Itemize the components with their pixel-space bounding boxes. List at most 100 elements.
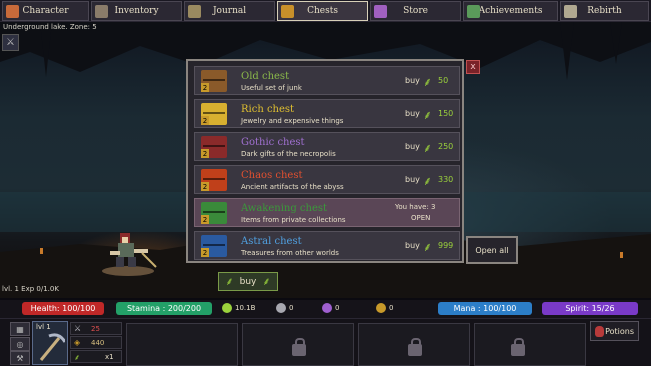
crystal-counter: 0 [322, 303, 339, 313]
chest-price: 330 [438, 175, 454, 184]
hero-character [102, 233, 157, 276]
leaf-icon: ⸙ [423, 141, 433, 155]
tab-rebirth[interactable]: Rebirth [560, 1, 650, 21]
open-chest-button[interactable]: OPEN [411, 214, 430, 222]
leaves-counter: 10.1B [222, 303, 255, 313]
tab-label: Rebirth [587, 6, 622, 16]
leaf-icon: ⸙ [423, 75, 433, 89]
buy-button[interactable]: buy [405, 241, 420, 250]
crystal [40, 248, 43, 254]
chest-row[interactable]: 2 Chaos chest Ancient artifacts of the aby… [194, 165, 460, 194]
pouch-counter: 0 [376, 303, 393, 313]
chests-panel: 2 Old chest Useful set of junk buy ⸙ 50 2 Rich … [186, 59, 464, 263]
potions-button[interactable]: Potions [590, 321, 639, 341]
stamina-bar: Stamina : 200/200 [116, 302, 212, 315]
chest-price: 999 [438, 241, 454, 250]
attack-stat: ⚔ 25 [70, 322, 122, 335]
tab-inventory[interactable]: Inventory [91, 1, 183, 21]
buy-button[interactable]: buy [405, 142, 420, 151]
zone-label: Underground lake. Zone: 5 [3, 23, 97, 31]
leaves-value: 10.1B [235, 304, 256, 312]
chest-row[interactable]: 2 Old chest Useful set of junk buy ⸙ 50 [194, 66, 460, 95]
buy-button[interactable]: buy [405, 76, 420, 85]
chest-count: 2 [201, 149, 209, 158]
multiplier-stat: ⸙ x1 [70, 350, 122, 363]
chest-count: 2 [201, 83, 209, 92]
close-button[interactable]: x [466, 60, 480, 74]
tab-achievements[interactable]: Achievements [463, 1, 558, 21]
potions-label: Potions [605, 326, 634, 336]
chest-description: Jewelry and expensive things [241, 117, 344, 125]
level-exp-label: lvl. 1 Exp 0/1.0K [2, 285, 59, 293]
sword-icon: ⚔ [74, 324, 82, 333]
leaf-icon: ⸙ [74, 353, 80, 362]
chest-icon: 2 [201, 169, 227, 191]
chest-icon: 2 [201, 103, 227, 125]
leaf-icon: ⸙ [423, 108, 433, 122]
ring-icon: ◎ [16, 339, 24, 349]
armor-icon: ▦ [16, 324, 24, 334]
spirit-bar: Spirit: 15/26 [542, 302, 638, 315]
quick-buy-button[interactable]: ⸙ buy ⸙ [218, 272, 278, 291]
stat-bar: Health: 100/100 Stamina : 200/200 10.1B … [0, 300, 651, 318]
chest-name: Rich chest [241, 104, 295, 115]
quill-icon [188, 5, 202, 18]
lock-icon [511, 338, 525, 356]
chest-row[interactable]: 2 Awakening chest Items from private colle… [194, 198, 460, 227]
auto-attack-button[interactable]: ⚔ [2, 34, 19, 51]
orb-value: 0 [289, 304, 294, 312]
skull-swirl-icon [564, 5, 577, 18]
inventory-slot-locked[interactable] [242, 323, 354, 366]
chest-row[interactable]: 2 Rich chest Jewelry and expensive things b… [194, 99, 460, 128]
inventory-slot-locked[interactable] [358, 323, 470, 366]
open-all-button[interactable]: Open all [466, 236, 518, 264]
chest-icon: 2 [201, 70, 227, 92]
ring-slot[interactable]: ◎ [10, 337, 30, 351]
health-bar: Health: 100/100 [22, 302, 104, 315]
leaf-icon: ⸙ [423, 174, 433, 188]
buy-button[interactable]: buy [405, 109, 420, 118]
medal-icon [467, 5, 481, 18]
tab-chests[interactable]: Chests [277, 1, 369, 21]
lock-icon [408, 338, 422, 356]
chest-description: Ancient artifacts of the abyss [241, 183, 344, 191]
sword-icon: ⚔ [6, 37, 15, 48]
chest-row[interactable]: 2 Astral chest Treasures from other worlds… [194, 231, 460, 260]
lock-icon [292, 338, 306, 356]
buy-button[interactable]: buy [405, 175, 420, 184]
chest-icon: 2 [201, 235, 227, 257]
chest-name: Awakening chest [241, 203, 328, 214]
leaf-icon: ⸙ [262, 275, 271, 288]
coin-icon: ◈ [74, 338, 81, 347]
hammer-icon: ⚒ [16, 353, 24, 363]
mana-bar: Mana : 100/100 [438, 302, 532, 315]
chest-price: 250 [438, 142, 454, 151]
chest-icon [281, 5, 295, 18]
gold-stat: ◈ 440 [70, 336, 122, 349]
leaf-icon: ⸙ [225, 275, 234, 288]
inventory-slot[interactable] [126, 323, 238, 366]
tab-label: Inventory [114, 6, 159, 16]
crystal [620, 252, 623, 258]
leaf-icon [222, 303, 232, 313]
backpack-icon [95, 5, 109, 18]
multiplier-value: x1 [105, 353, 114, 361]
pickaxe-icon [39, 333, 65, 361]
inventory-slot-locked[interactable] [474, 323, 586, 366]
orb-counter: 0 [276, 303, 293, 313]
quick-buy-label: buy [239, 276, 257, 287]
weapon-slot[interactable]: lvl 1 [32, 321, 68, 365]
chest-icon: 2 [201, 136, 227, 158]
tab-character[interactable]: Character [2, 1, 90, 21]
crystal-icon [322, 303, 332, 313]
bottom-panel: ▦ ◎ ⚒ lvl 1 ⚔ 25 ◈ 440 ⸙ x1 [0, 318, 651, 366]
chest-icon: 2 [201, 202, 227, 224]
weapon-stats: ⚔ 25 ◈ 440 ⸙ x1 [70, 322, 122, 365]
tab-store[interactable]: Store [370, 1, 462, 21]
chest-description: Useful set of junk [241, 84, 302, 92]
hammer-slot[interactable]: ⚒ [10, 351, 30, 365]
chest-row[interactable]: 2 Gothic chest Dark gifts of the necropoli… [194, 132, 460, 161]
tab-label: Character [22, 6, 69, 16]
tab-journal[interactable]: Journal [184, 1, 276, 21]
armor-slot[interactable]: ▦ [10, 322, 30, 336]
